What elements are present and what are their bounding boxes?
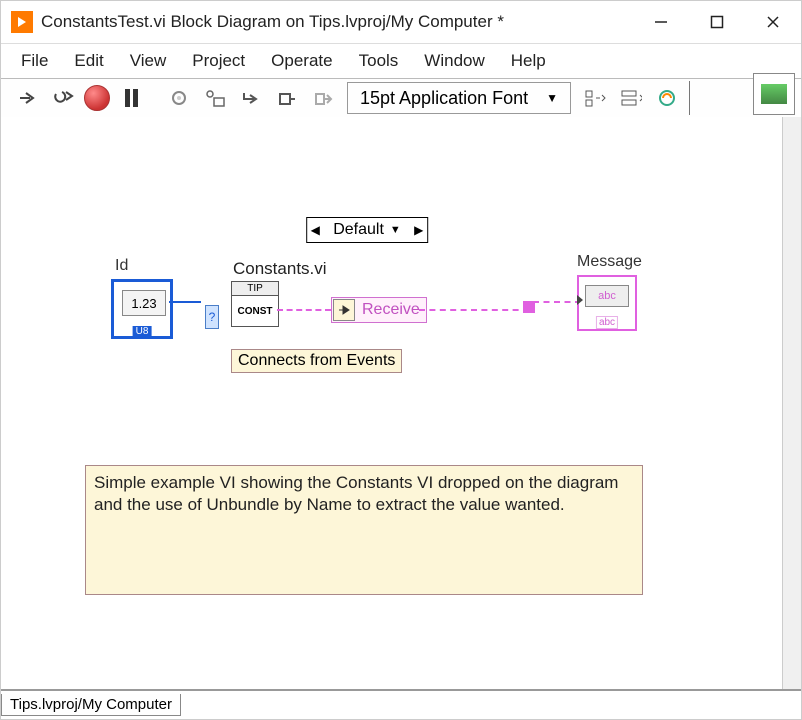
retain-wire-values-button[interactable] xyxy=(200,83,230,113)
unbundle-arrow-icon xyxy=(333,299,355,321)
case-selector[interactable]: ◀ Default ▼ ▶ xyxy=(306,217,428,243)
message-type-label: abc xyxy=(596,316,618,329)
wire-id xyxy=(169,301,203,303)
menu-view[interactable]: View xyxy=(118,47,179,75)
menu-project[interactable]: Project xyxy=(180,47,257,75)
case-next-icon[interactable]: ▶ xyxy=(411,223,427,237)
run-continuous-button[interactable] xyxy=(48,83,78,113)
chevron-down-icon: ▼ xyxy=(390,224,401,236)
unbundle-by-name[interactable]: Receive xyxy=(331,297,427,323)
menu-edit[interactable]: Edit xyxy=(62,47,115,75)
step-into-button[interactable] xyxy=(236,83,266,113)
highlight-exec-button[interactable] xyxy=(164,83,194,113)
font-label: 15pt Application Font xyxy=(360,88,528,109)
unbundle-item-name: Receive xyxy=(356,301,426,319)
wire-message xyxy=(533,301,581,303)
status-bar: Tips.lvproj/My Computer xyxy=(1,689,801,719)
constants-vi-label: Constants.vi xyxy=(233,259,327,279)
step-out-button[interactable] xyxy=(308,83,338,113)
toolbar: 15pt Application Font ▼ xyxy=(1,79,801,117)
menu-bar: File Edit View Project Operate Tools Win… xyxy=(1,44,801,79)
case-prev-icon[interactable]: ◀ xyxy=(307,223,323,237)
menu-operate[interactable]: Operate xyxy=(259,47,344,75)
connects-comment[interactable]: Connects from Events xyxy=(231,349,402,373)
message-input-icon xyxy=(577,295,583,305)
font-selector[interactable]: 15pt Application Font ▼ xyxy=(347,82,571,114)
block-diagram-canvas[interactable]: Id 1.23 U8 ? ◀ Default▼ ▶ C xyxy=(1,117,782,689)
reorder-button[interactable] xyxy=(652,83,682,113)
id-value: 1.23 xyxy=(122,290,166,316)
minimize-button[interactable] xyxy=(633,1,689,43)
id-label: Id xyxy=(115,257,173,275)
abort-button[interactable] xyxy=(84,85,110,111)
constants-vi-node[interactable]: TIP CONST xyxy=(231,281,279,327)
case-structure[interactable]: ? ◀ Default ▼ ▶ Constants.vi TIP CONST xyxy=(201,215,533,443)
constants-tip: TIP xyxy=(232,282,278,296)
pause-button[interactable] xyxy=(116,83,146,113)
description-comment[interactable]: Simple example VI showing the Constants … xyxy=(85,465,643,595)
align-objects-button[interactable] xyxy=(580,83,610,113)
vertical-scrollbar[interactable] xyxy=(782,117,801,689)
title-bar: ConstantsTest.vi Block Diagram on Tips.l… xyxy=(1,1,801,44)
menu-tools[interactable]: Tools xyxy=(347,47,411,75)
run-button[interactable] xyxy=(12,83,42,113)
app-icon xyxy=(11,11,33,33)
step-over-button[interactable] xyxy=(272,83,302,113)
maximize-button[interactable] xyxy=(689,1,745,43)
case-selector-terminal[interactable]: ? xyxy=(205,305,219,329)
window-title: ConstantsTest.vi Block Diagram on Tips.l… xyxy=(41,12,633,32)
status-path: Tips.lvproj/My Computer xyxy=(1,694,181,716)
wire-unbundle-out xyxy=(419,309,529,311)
chevron-down-icon: ▼ xyxy=(546,91,558,105)
menu-help[interactable]: Help xyxy=(499,47,558,75)
vi-icon[interactable] xyxy=(753,73,795,115)
menu-window[interactable]: Window xyxy=(412,47,496,75)
id-type-label: U8 xyxy=(133,326,152,337)
close-button[interactable] xyxy=(745,1,801,43)
constants-const: CONST xyxy=(232,296,278,326)
message-glyph: abc xyxy=(585,285,629,307)
id-control[interactable]: Id 1.23 U8 xyxy=(111,257,173,339)
message-label: Message xyxy=(577,253,642,271)
message-indicator[interactable]: Message abc abc xyxy=(577,253,642,331)
menu-file[interactable]: File xyxy=(9,47,60,75)
app-window: ConstantsTest.vi Block Diagram on Tips.l… xyxy=(0,0,802,720)
wire-const-unbundle xyxy=(277,309,331,311)
case-name: Default xyxy=(333,221,384,239)
distribute-objects-button[interactable] xyxy=(616,83,646,113)
